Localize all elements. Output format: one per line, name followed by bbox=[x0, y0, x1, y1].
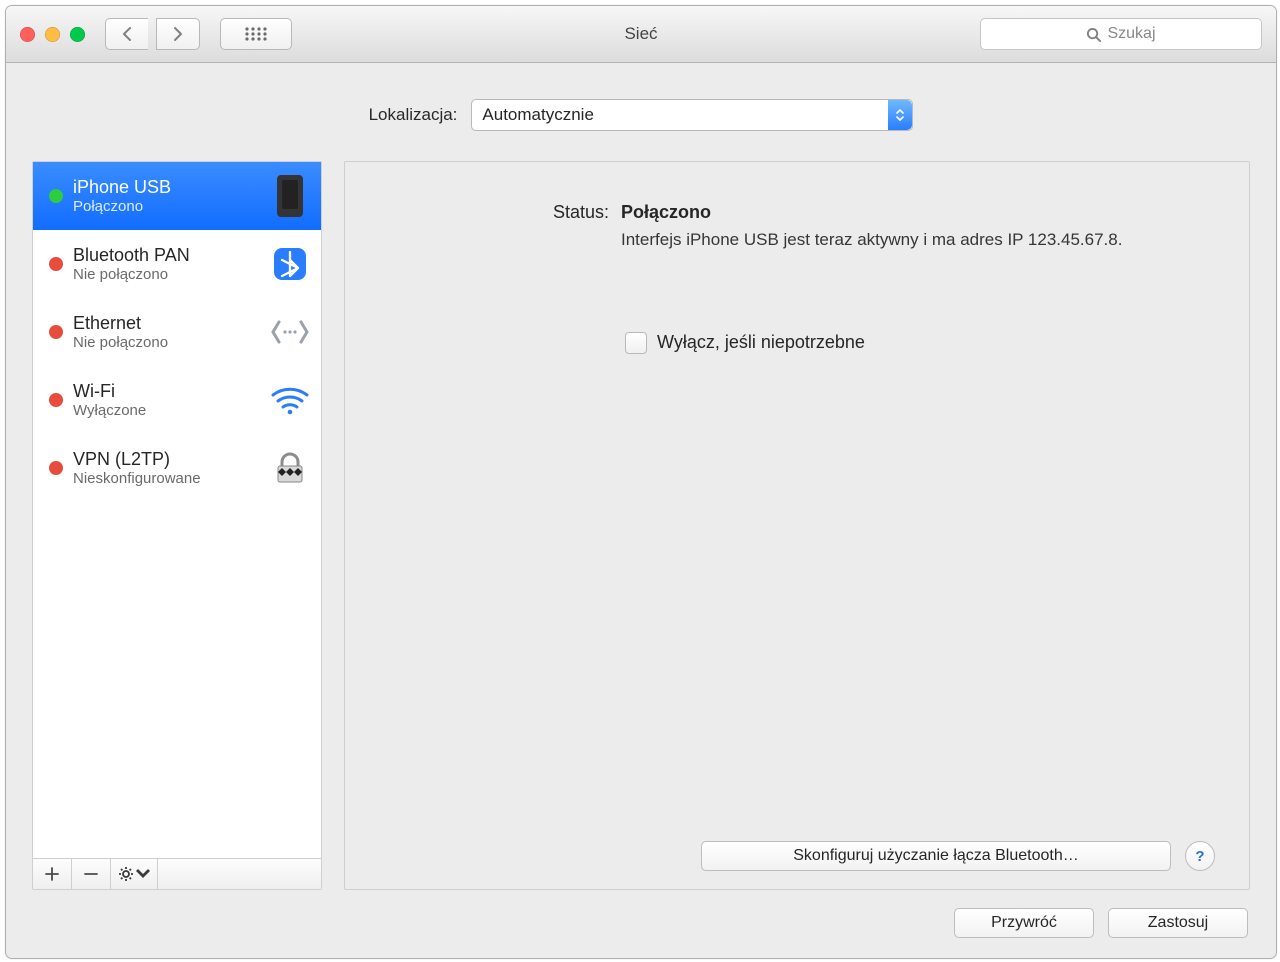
network-preferences-window: Sieć Szukaj Lokalizacja: Automatycznie bbox=[5, 5, 1277, 959]
service-status: Wyłączone bbox=[73, 402, 259, 419]
location-label: Lokalizacja: bbox=[369, 105, 458, 125]
service-item-vpn[interactable]: VPN (L2TP) Nieskonfigurowane bbox=[33, 434, 321, 502]
grid-icon bbox=[244, 26, 268, 42]
show-all-button[interactable] bbox=[220, 18, 292, 50]
service-name: Bluetooth PAN bbox=[73, 245, 259, 266]
service-name: iPhone USB bbox=[73, 177, 259, 198]
back-button[interactable] bbox=[105, 18, 148, 50]
iphone-icon bbox=[269, 175, 311, 217]
service-status: Nieskonfigurowane bbox=[73, 470, 259, 487]
configure-bluetooth-button[interactable]: Skonfiguruj użyczanie łącza Bluetooth… bbox=[701, 841, 1171, 871]
ethernet-icon bbox=[269, 318, 311, 346]
nav-back-forward bbox=[105, 18, 208, 50]
service-actions-button[interactable] bbox=[111, 859, 158, 889]
titlebar: Sieć Szukaj bbox=[6, 6, 1276, 63]
window-footer: Przywróć Zastosuj bbox=[32, 908, 1250, 938]
status-description: Interfejs iPhone USB jest teraz aktywny … bbox=[621, 229, 1215, 252]
minimize-window-button[interactable] bbox=[45, 27, 60, 42]
service-name: Wi-Fi bbox=[73, 381, 259, 402]
status-value: Połączono bbox=[621, 202, 1215, 223]
service-name: Ethernet bbox=[73, 313, 259, 334]
service-detail-pane: Status: Połączono Interfejs iPhone USB j… bbox=[344, 161, 1250, 890]
apply-button[interactable]: Zastosuj bbox=[1108, 908, 1248, 938]
plus-icon bbox=[44, 866, 60, 882]
search-field[interactable]: Szukaj bbox=[980, 18, 1262, 50]
service-name: VPN (L2TP) bbox=[73, 449, 259, 470]
disable-if-unneeded-row: Wyłącz, jeśli niepotrzebne bbox=[625, 332, 1215, 354]
location-value: Automatycznie bbox=[482, 105, 594, 125]
gear-icon bbox=[118, 866, 134, 882]
disable-if-unneeded-label: Wyłącz, jeśli niepotrzebne bbox=[657, 332, 865, 353]
service-status: Nie połączono bbox=[73, 266, 259, 283]
bluetooth-icon bbox=[269, 246, 311, 282]
status-label: Status: bbox=[379, 202, 609, 223]
search-icon bbox=[1086, 27, 1101, 42]
service-item-iphone-usb[interactable]: iPhone USB Połączono bbox=[33, 162, 321, 230]
minus-icon bbox=[83, 866, 99, 882]
status-dot-icon bbox=[49, 461, 63, 475]
status-dot-icon bbox=[49, 325, 63, 339]
chevron-left-icon bbox=[121, 26, 133, 42]
sidebar-footer bbox=[33, 858, 321, 889]
service-list: iPhone USB Połączono Bluetooth PAN Nie p… bbox=[33, 162, 321, 858]
disable-if-unneeded-checkbox[interactable] bbox=[625, 332, 647, 354]
location-popup[interactable]: Automatycznie bbox=[471, 99, 913, 131]
close-window-button[interactable] bbox=[20, 27, 35, 42]
service-status: Nie połączono bbox=[73, 334, 259, 351]
remove-service-button[interactable] bbox=[72, 859, 111, 889]
help-button[interactable]: ? bbox=[1185, 841, 1215, 871]
lock-icon bbox=[269, 450, 311, 486]
chevron-down-icon bbox=[135, 866, 151, 882]
status-dot-icon bbox=[49, 189, 63, 203]
service-sidebar: iPhone USB Połączono Bluetooth PAN Nie p… bbox=[32, 161, 322, 890]
search-placeholder: Szukaj bbox=[1107, 25, 1155, 43]
service-item-ethernet[interactable]: Ethernet Nie połączono bbox=[33, 298, 321, 366]
forward-button[interactable] bbox=[156, 18, 200, 50]
chevron-right-icon bbox=[172, 26, 184, 42]
service-status: Połączono bbox=[73, 198, 259, 215]
revert-button[interactable]: Przywróć bbox=[954, 908, 1094, 938]
status-dot-icon bbox=[49, 393, 63, 407]
zoom-window-button[interactable] bbox=[70, 27, 85, 42]
wifi-icon bbox=[269, 385, 311, 415]
location-row: Lokalizacja: Automatycznie bbox=[32, 99, 1250, 131]
add-service-button[interactable] bbox=[33, 859, 72, 889]
service-item-bluetooth-pan[interactable]: Bluetooth PAN Nie połączono bbox=[33, 230, 321, 298]
status-dot-icon bbox=[49, 257, 63, 271]
service-item-wifi[interactable]: Wi-Fi Wyłączone bbox=[33, 366, 321, 434]
popup-stepper-icon bbox=[888, 100, 912, 130]
window-controls bbox=[20, 27, 85, 42]
